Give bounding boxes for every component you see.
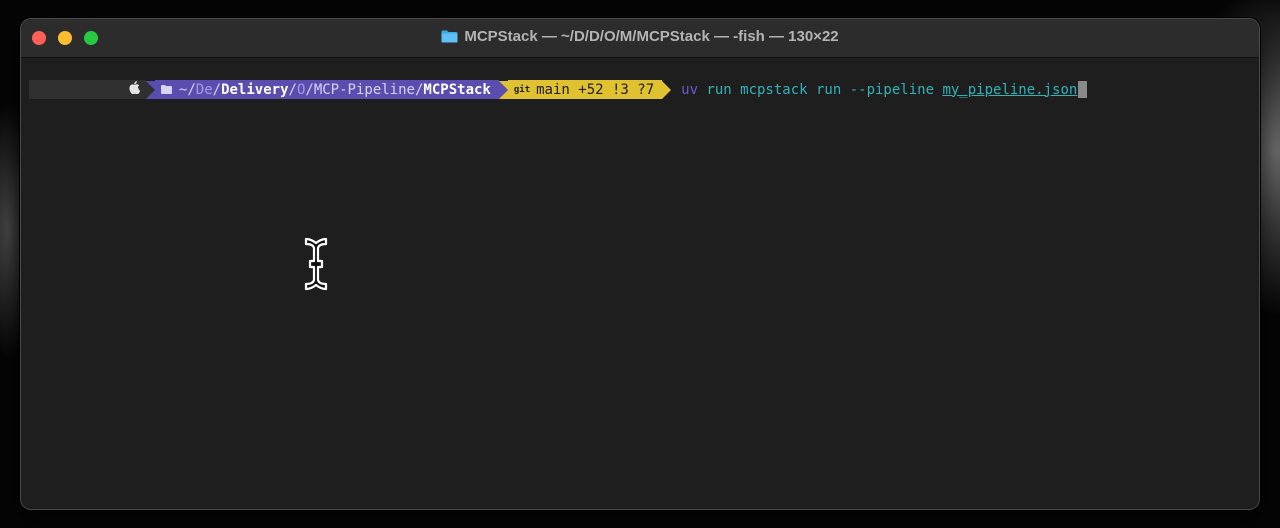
command-program: uv	[681, 81, 698, 98]
prompt-separator	[498, 80, 508, 99]
path-separator: /	[414, 81, 424, 98]
path-part: MCP-Pipeline	[313, 81, 415, 98]
folder-icon	[160, 85, 172, 94]
folder-icon	[441, 30, 458, 43]
command-line[interactable]: uv run mcpstack run --pipeline my_pipeli…	[681, 81, 1088, 98]
path-part: O	[296, 81, 306, 98]
prompt-git-segment: git main +52 !3 ?7	[507, 80, 663, 99]
path-current-dir: MCPStack	[423, 81, 491, 98]
ibeam-cursor-icon	[303, 236, 329, 292]
prompt-directory-segment: ~/De / Delivery / O / MCP-Pipeline / MCPStack	[154, 80, 499, 99]
git-icon: git	[513, 84, 531, 95]
window-title-group: MCPStack — ~/D/D/O/M/MCPStack — -fish — …	[21, 28, 1259, 45]
prompt-os-segment	[29, 80, 146, 99]
command-args: run mcpstack run --pipeline	[698, 81, 943, 98]
path-separator: /	[305, 81, 314, 98]
desktop-background: MCPStack — ~/D/D/O/M/MCPStack — -fish — …	[0, 0, 1280, 528]
apple-icon	[35, 66, 141, 113]
prompt-separator	[662, 80, 672, 99]
command-file-arg: my_pipeline.json	[942, 81, 1078, 98]
path-part: Delivery	[221, 81, 289, 98]
prompt-line: ~/De / Delivery / O / MCP-Pipeline / MCPStack gi…	[29, 80, 1088, 99]
terminal-content[interactable]: ~/De / Delivery / O / MCP-Pipeline / MCPStack gi…	[21, 58, 1259, 509]
path-part: De	[195, 81, 213, 98]
path-separator: /	[212, 81, 222, 98]
title-bar[interactable]: MCPStack — ~/D/D/O/M/MCPStack — -fish — …	[21, 19, 1259, 58]
terminal-window[interactable]: MCPStack — ~/D/D/O/M/MCPStack — -fish — …	[20, 18, 1260, 510]
text-cursor	[1078, 81, 1088, 98]
path-separator: /	[288, 81, 297, 98]
prompt-separator	[145, 80, 155, 99]
window-title: MCPStack — ~/D/D/O/M/MCPStack — -fish — …	[464, 28, 839, 45]
git-status: main +52 !3 ?7	[536, 81, 655, 98]
path-home: ~/	[178, 81, 196, 98]
